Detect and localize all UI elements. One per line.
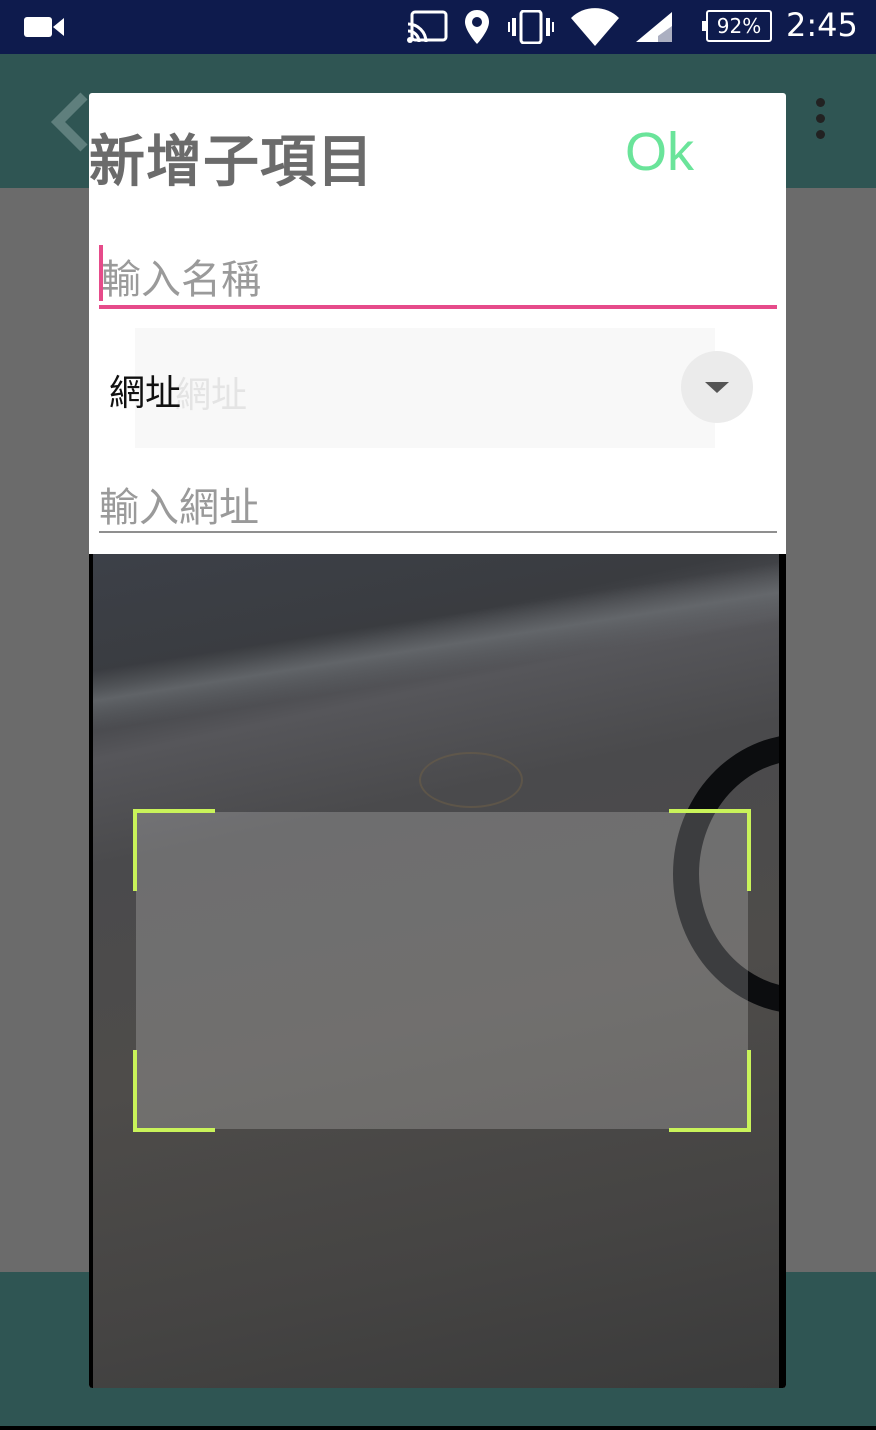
dropdown-button[interactable] (681, 351, 753, 423)
scan-corner-bottom-right (669, 1050, 751, 1132)
scan-corner-top-right (669, 809, 751, 891)
status-bar: 92% 2:45 (0, 0, 876, 54)
type-spinner[interactable]: 網址 網址 (99, 328, 777, 448)
url-input[interactable]: 輸入網址 (99, 471, 777, 537)
overflow-menu-icon (808, 98, 832, 144)
camera-preview (93, 554, 779, 1388)
scan-corner-top-left (133, 809, 215, 891)
name-input-placeholder: 輸入名稱 (101, 257, 261, 303)
spinner-selected-value: 網址 (109, 373, 182, 414)
spinner-ghost-text: 網址 (175, 375, 248, 416)
caret-down-icon (705, 382, 729, 393)
scan-frame (133, 809, 751, 1132)
cast-icon (406, 0, 448, 54)
url-input-placeholder: 輸入網址 (99, 485, 259, 531)
url-input-underline (99, 531, 777, 533)
qr-scanner-view[interactable] (89, 554, 786, 1388)
ok-button[interactable]: Ok (625, 121, 694, 183)
text-cursor (99, 245, 103, 301)
screen-bottom-edge (0, 1426, 876, 1430)
add-subitem-dialog: 新增子項目 Ok 輸入名稱 網址 網址 輸入網址 (89, 93, 786, 1388)
battery-indicator: 92% (702, 10, 772, 42)
name-input[interactable]: 輸入名稱 (99, 241, 777, 313)
clock: 2:45 (786, 6, 858, 44)
vibrate-icon (508, 0, 554, 54)
name-input-underline (99, 305, 777, 309)
cell-signal-icon (634, 0, 674, 54)
preview-edge (93, 555, 779, 734)
wifi-icon (570, 0, 620, 54)
video-camera-icon (24, 0, 66, 54)
preview-stain (419, 752, 523, 808)
scan-corner-bottom-left (133, 1050, 215, 1132)
location-pin-icon (464, 0, 490, 54)
dialog-title: 新增子項目 (89, 130, 374, 195)
